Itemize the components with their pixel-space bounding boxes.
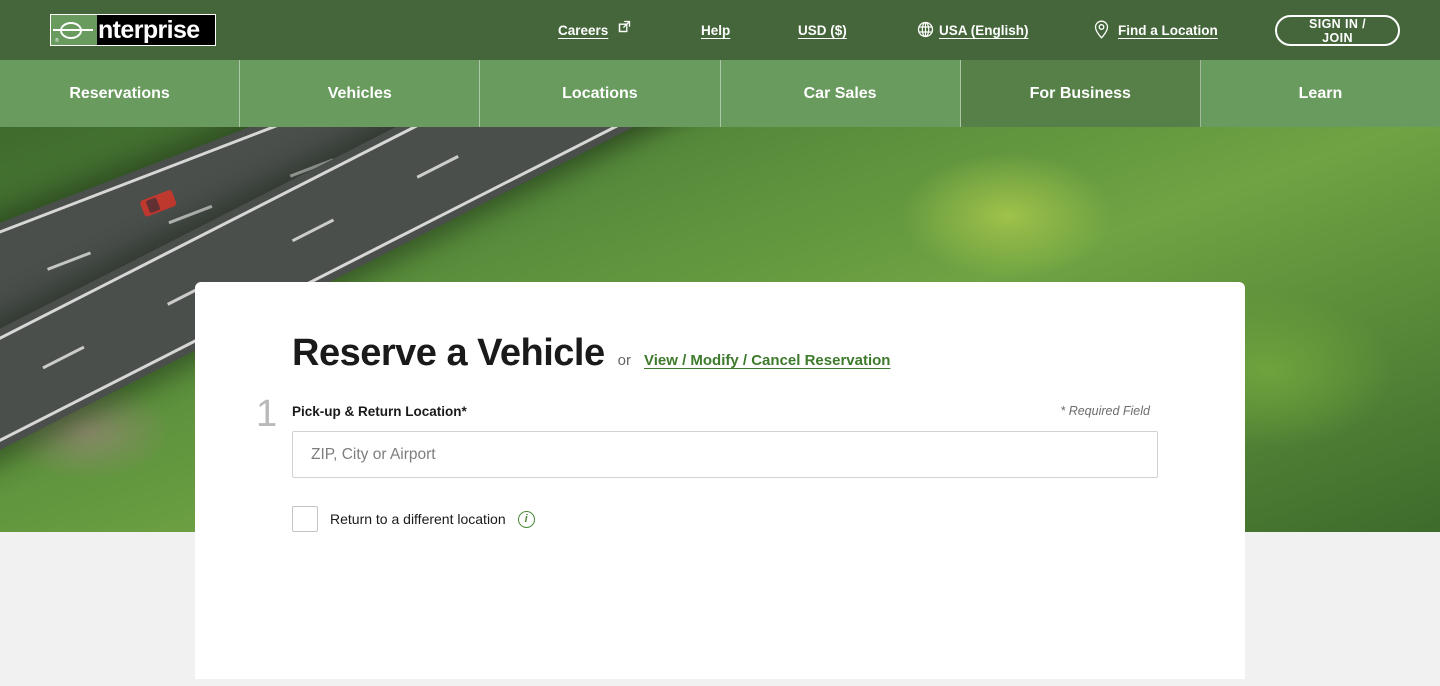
return-different-location-checkbox[interactable] <box>292 506 318 532</box>
external-link-icon <box>618 20 631 33</box>
locale-selector[interactable]: USA (English) <box>939 23 1029 38</box>
panel-header: Reserve a Vehicle or View / Modify / Can… <box>292 332 1150 375</box>
main-navigation: Reservations Vehicles Locations Car Sale… <box>0 60 1440 127</box>
globe-icon <box>917 21 934 38</box>
nav-item-vehicles[interactable]: Vehicles <box>240 60 481 127</box>
nav-item-for-business[interactable]: For Business <box>960 60 1201 127</box>
enterprise-e-mark-icon: ® <box>51 15 97 45</box>
currency-selector[interactable]: USD ($) <box>798 23 847 38</box>
top-links-group: Careers Help USD ($) USA (English) Find … <box>540 0 1400 60</box>
info-icon[interactable]: i <box>517 510 535 528</box>
page-title: Reserve a Vehicle <box>292 332 605 374</box>
find-a-location-link[interactable]: Find a Location <box>1118 23 1218 38</box>
help-link[interactable]: Help <box>701 23 730 38</box>
map-pin-icon <box>1094 20 1109 39</box>
nav-item-locations[interactable]: Locations <box>480 60 721 127</box>
view-modify-cancel-link[interactable]: View / Modify / Cancel Reservation <box>644 352 890 369</box>
return-different-location-label: Return to a different location <box>330 511 506 527</box>
required-field-note: * Required Field <box>1060 404 1150 418</box>
hero-section: Reserve a Vehicle or View / Modify / Can… <box>0 127 1440 686</box>
or-separator: or <box>617 352 631 369</box>
nav-item-learn[interactable]: Learn <box>1201 60 1440 127</box>
pickup-location-label: Pick-up & Return Location* <box>292 404 467 419</box>
sign-in-join-button[interactable]: SIGN IN / JOIN <box>1275 15 1400 46</box>
reservation-panel: Reserve a Vehicle or View / Modify / Can… <box>195 282 1245 679</box>
location-input[interactable] <box>292 431 1158 478</box>
top-utility-bar: ® nterprise Careers Help USD ($) USA (En… <box>0 0 1440 60</box>
logo-wordmark: nterprise <box>97 15 215 45</box>
car-red <box>139 189 178 218</box>
registered-mark: ® <box>55 38 59 44</box>
enterprise-logo[interactable]: ® nterprise <box>50 14 216 46</box>
step-number: 1 <box>256 393 278 435</box>
nav-item-reservations[interactable]: Reservations <box>0 60 241 127</box>
pickup-location-row: 1 Pick-up & Return Location* * Required … <box>256 393 1158 478</box>
careers-link[interactable]: Careers <box>558 23 608 38</box>
return-different-location-row: Return to a different location i <box>292 506 1150 532</box>
nav-item-car-sales[interactable]: Car Sales <box>721 60 961 127</box>
